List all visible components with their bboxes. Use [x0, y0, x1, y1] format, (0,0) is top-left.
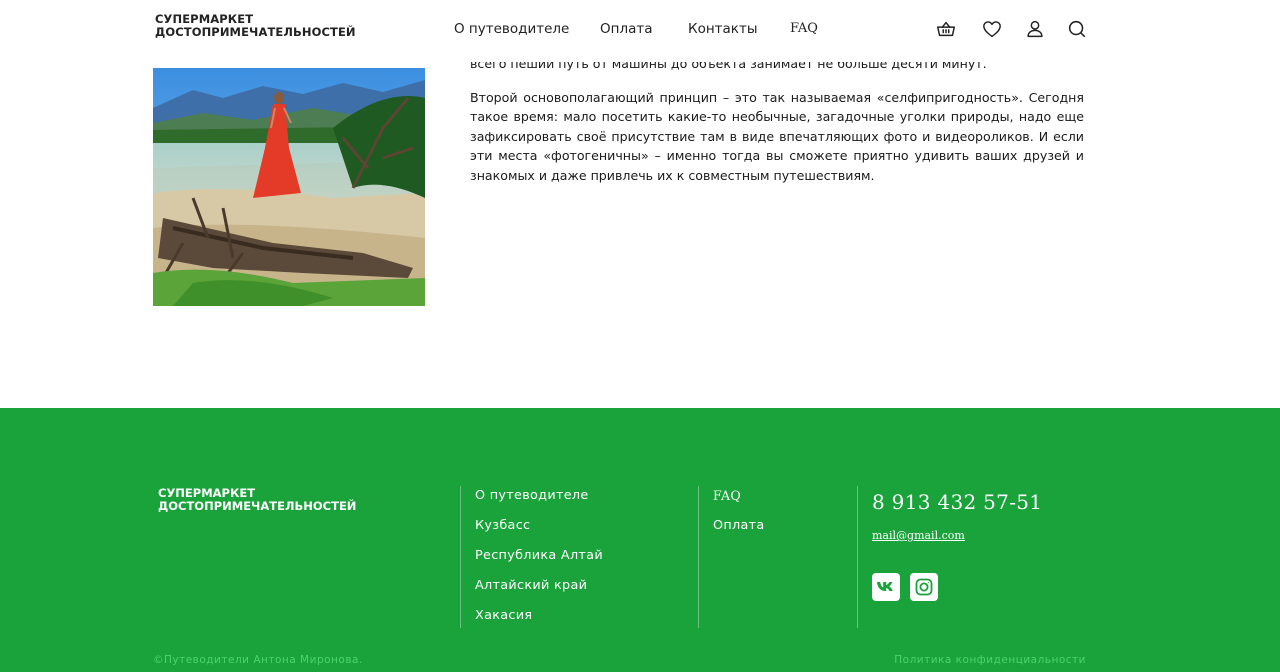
site-logo[interactable]: СУПЕРМАРКЕТ ДОСТОПРИМЕЧАТЕЛЬНОСТЕЙ	[155, 13, 356, 39]
heart-icon[interactable]	[981, 18, 1003, 40]
instagram-icon[interactable]	[910, 573, 938, 601]
footer-column-info: FAQ Оплата	[713, 488, 765, 548]
footer-email[interactable]: mail@gmail.com	[872, 529, 965, 542]
footer-phone[interactable]: 8 913 432 57-51	[872, 490, 1042, 514]
nav-payment[interactable]: Оплата	[600, 21, 653, 37]
logo-line-2: ДОСТОПРИМЕЧАТЕЛЬНОСТЕЙ	[155, 25, 356, 39]
footer-logo-line-2: ДОСТОПРИМЕЧАТЕЛЬНОСТЕЙ	[158, 499, 357, 513]
footer-link-payment[interactable]: Оплата	[713, 518, 765, 548]
vk-icon[interactable]	[872, 573, 900, 601]
footer-divider	[857, 486, 858, 628]
footer-logo[interactable]: СУПЕРМАРКЕТ ДОСТОПРИМЕЧАТЕЛЬНОСТЕЙ	[158, 487, 356, 513]
nav-faq[interactable]: FAQ	[790, 21, 818, 36]
footer-link-altai-republic[interactable]: Республика Алтай	[475, 548, 603, 578]
search-icon[interactable]	[1066, 18, 1088, 40]
nav-contacts[interactable]: Контакты	[688, 21, 757, 37]
footer-divider	[460, 486, 461, 628]
footer-column-regions: О путеводителе Кузбасс Республика Алтай …	[475, 488, 603, 638]
footer-copyright: ©Путеводители Антона Миронова.	[153, 654, 363, 666]
basket-icon[interactable]	[935, 18, 957, 40]
article-paragraph-2: Второй основополагающий принцип – это та…	[470, 89, 1084, 183]
footer-privacy-policy[interactable]: Политика конфиденциальности	[894, 654, 1086, 666]
footer-link-altai-krai[interactable]: Алтайский край	[475, 578, 603, 608]
footer-link-khakassia[interactable]: Хакасия	[475, 608, 603, 638]
footer-link-kuzbass[interactable]: Кузбасс	[475, 518, 603, 548]
site-footer: СУПЕРМАРКЕТ ДОСТОПРИМЕЧАТЕЛЬНОСТЕЙ О пут…	[0, 408, 1280, 672]
article-photo	[153, 68, 425, 306]
user-icon[interactable]	[1024, 18, 1046, 40]
footer-link-faq[interactable]: FAQ	[713, 488, 765, 518]
site-header: СУПЕРМАРКЕТ ДОСТОПРИМЕЧАТЕЛЬНОСТЕЙ О пут…	[0, 0, 1280, 62]
nav-about[interactable]: О путеводителе	[454, 21, 569, 37]
footer-divider	[698, 486, 699, 628]
article-text: всего пеший путь от машины до объекта за…	[470, 54, 1084, 200]
footer-link-about[interactable]: О путеводителе	[475, 488, 603, 518]
